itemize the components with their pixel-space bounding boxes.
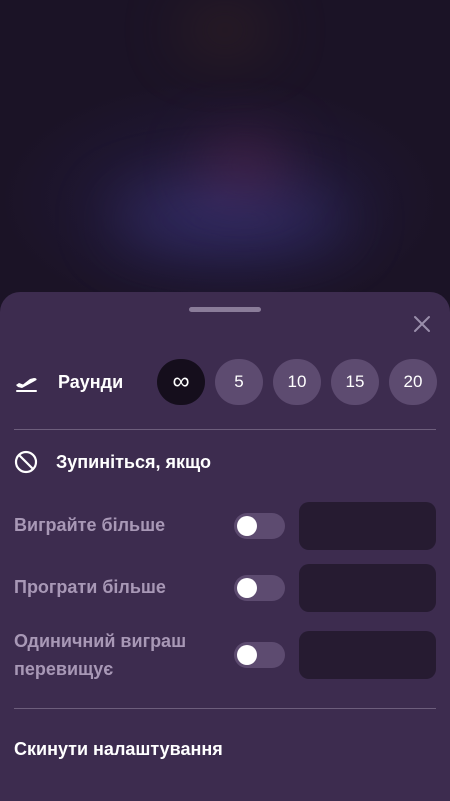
background-blur-red [200, 140, 290, 190]
divider-top [14, 429, 436, 430]
condition-lose-more-input[interactable] [299, 564, 436, 612]
condition-single-win-label: Одиничний виграш перевищує [14, 631, 187, 679]
plane-takeoff-icon [14, 369, 40, 395]
reset-settings-button[interactable]: Скинути налаштування [14, 739, 223, 760]
toggle-knob [237, 578, 257, 598]
divider-bottom [14, 708, 436, 709]
condition-win-more-label: Виграйте більше [14, 515, 166, 535]
settings-sheet: Раунди ∞ 5 10 15 20 Зупиніться, якщо Виг… [0, 292, 450, 801]
background-blur-blue [110, 190, 350, 250]
condition-single-win-toggle[interactable] [234, 642, 285, 668]
prohibited-icon [14, 450, 38, 474]
rounds-option-5[interactable]: 5 [215, 359, 263, 405]
rounds-option-15[interactable]: 15 [331, 359, 379, 405]
close-icon [414, 316, 430, 332]
rounds-options: ∞ 5 10 15 20 [157, 359, 437, 405]
condition-single-win-input[interactable] [299, 631, 436, 679]
condition-win-more-toggle[interactable] [234, 513, 285, 539]
rounds-label: Раунди [58, 371, 124, 392]
rounds-row: Раунди ∞ 5 10 15 20 [14, 359, 437, 405]
stop-if-header: Зупиніться, якщо [14, 450, 211, 474]
screen: Раунди ∞ 5 10 15 20 Зупиніться, якщо Виг… [0, 0, 450, 801]
toggle-knob [237, 645, 257, 665]
rounds-option-10[interactable]: 10 [273, 359, 321, 405]
background-blur-orange [180, 10, 270, 50]
condition-lose-more-label: Програти більше [14, 577, 166, 597]
toggle-knob [237, 516, 257, 536]
close-button[interactable] [408, 310, 436, 338]
stop-if-title: Зупиніться, якщо [56, 451, 211, 472]
rounds-option-20[interactable]: 20 [389, 359, 437, 405]
rounds-option-infinity[interactable]: ∞ [157, 359, 205, 405]
condition-lose-more-toggle[interactable] [234, 575, 285, 601]
condition-win-more-input[interactable] [299, 502, 436, 550]
sheet-grabber[interactable] [189, 307, 261, 312]
